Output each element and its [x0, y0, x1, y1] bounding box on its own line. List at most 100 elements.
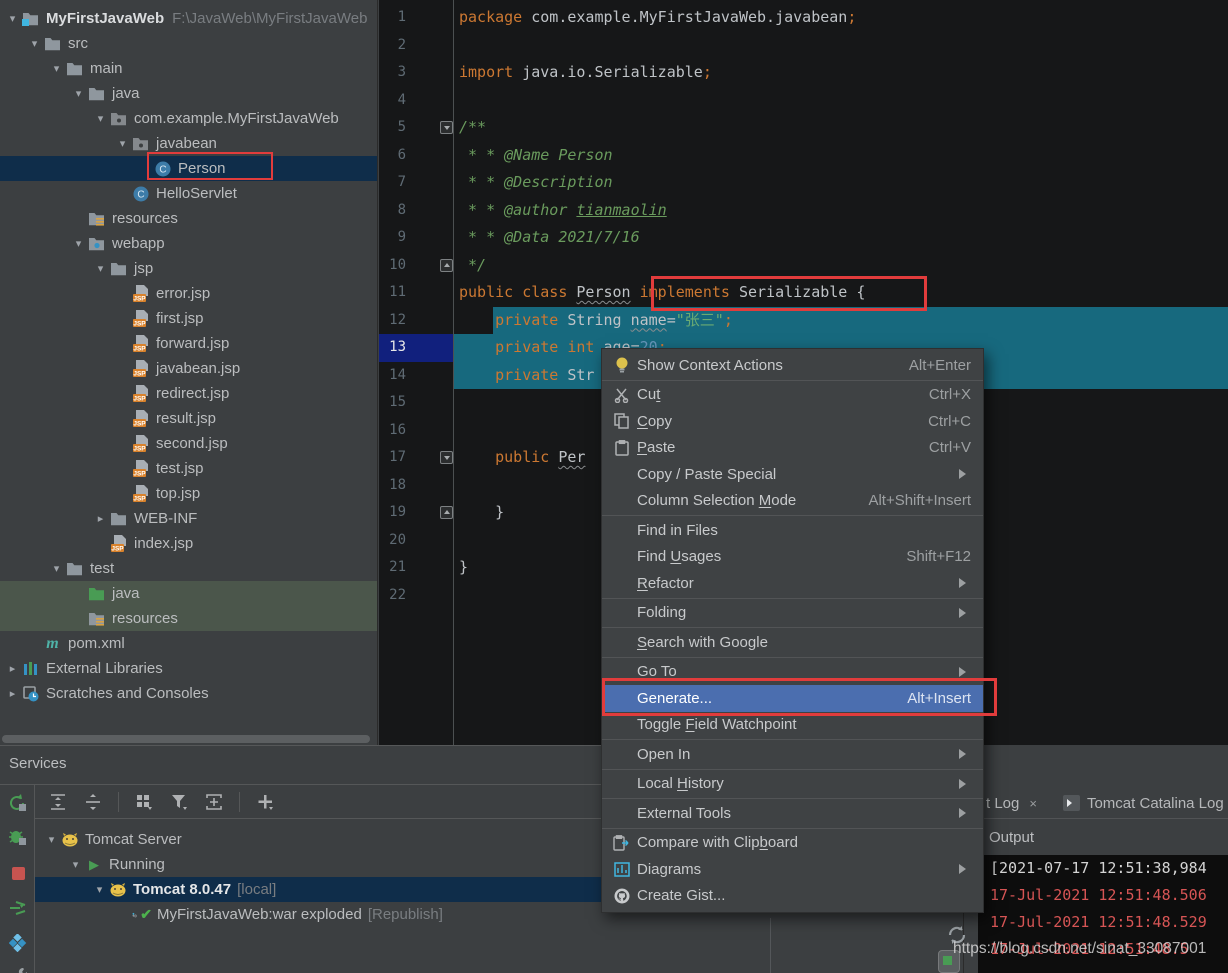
tree-item-index-jsp[interactable]: JSP index.jsp	[0, 531, 377, 556]
menu-item-search-with-google[interactable]: Search with Google	[602, 629, 983, 656]
menu-item-copy[interactable]: Copy Ctrl+C	[602, 408, 983, 435]
menu-item-open-in[interactable]: Open In	[602, 741, 983, 768]
menu-item-column-selection-mode[interactable]: Column Selection Mode Alt+Shift+Insert	[602, 488, 983, 515]
tree-item-web-inf[interactable]: ▸ WEB-INF	[0, 506, 377, 531]
menu-item-paste[interactable]: Paste Ctrl+V	[602, 435, 983, 462]
line-number[interactable]: 4	[379, 87, 406, 115]
line-number[interactable]: 20	[379, 527, 406, 555]
rerun-server-button[interactable]	[7, 792, 29, 814]
tree-item-main[interactable]: ▾ main	[0, 56, 377, 81]
line-number[interactable]: 13	[379, 334, 406, 362]
tree-item-pom-xml[interactable]: m pom.xml	[0, 631, 377, 656]
line-number[interactable]: 2	[379, 32, 406, 60]
menu-item-local-history[interactable]: Local History	[602, 771, 983, 798]
tree-item-test[interactable]: ▾ test	[0, 556, 377, 581]
tree-item-webapp[interactable]: ▾ webapp	[0, 231, 377, 256]
line-number[interactable]: 19	[379, 499, 406, 527]
line-number[interactable]: 16	[379, 417, 406, 445]
add-button[interactable]	[252, 790, 278, 814]
tree-item-resources[interactable]: resources	[0, 206, 377, 231]
line-number[interactable]: 21	[379, 554, 406, 582]
menu-item-find-in-files[interactable]: Find in Files	[602, 517, 983, 544]
menu-item-folding[interactable]: Folding	[602, 600, 983, 627]
menu-item-external-tools[interactable]: External Tools	[602, 800, 983, 827]
fold-marker-icon[interactable]	[440, 258, 453, 272]
tree-item-com-example-myfirstjavaweb[interactable]: ▾ com.example.MyFirstJavaWeb	[0, 106, 377, 131]
tree-item-error-jsp[interactable]: JSP error.jsp	[0, 281, 377, 306]
fold-marker-icon[interactable]	[440, 506, 453, 519]
chevron-down-icon[interactable]: ▾	[114, 137, 131, 150]
line-number[interactable]: 10	[379, 252, 406, 280]
stop-button[interactable]	[7, 862, 29, 884]
line-number[interactable]: 7	[379, 169, 406, 197]
tree-item-helloservlet[interactable]: C HelloServlet	[0, 181, 377, 206]
line-number[interactable]: 8	[379, 197, 406, 225]
line-number[interactable]: 5	[379, 114, 406, 142]
tree-item-first-jsp[interactable]: JSP first.jsp	[0, 306, 377, 331]
line-number[interactable]: 3	[379, 59, 406, 87]
menu-item-show-context-actions[interactable]: Show Context Actions Alt+Enter	[602, 352, 983, 379]
filter-button[interactable]	[166, 790, 192, 814]
chevron-down-icon[interactable]: ▾	[70, 87, 87, 100]
tree-item-second-jsp[interactable]: JSP second.jsp	[0, 431, 377, 456]
chevron-right-icon[interactable]: ▸	[4, 662, 21, 675]
line-number[interactable]: 18	[379, 472, 406, 500]
menu-item-cut[interactable]: Cut Ctrl+X	[602, 382, 983, 409]
line-number[interactable]: 22	[379, 582, 406, 610]
line-number[interactable]: 9	[379, 224, 406, 252]
line-number[interactable]: 12	[379, 307, 406, 335]
tree-item-resources[interactable]: resources	[0, 606, 377, 631]
tab-tomcat-catalina-log[interactable]: Tomcat Catalina Log	[1062, 795, 1224, 812]
chevron-down-icon[interactable]: ▾	[48, 562, 65, 575]
line-number[interactable]: 14	[379, 362, 406, 390]
tree-item-src[interactable]: ▾ src	[0, 31, 377, 56]
chevron-down-icon[interactable]: ▾	[26, 37, 43, 50]
chevron-down-icon[interactable]: ▾	[4, 12, 21, 25]
services-button[interactable]	[7, 932, 29, 954]
line-number[interactable]: 1	[379, 4, 406, 32]
line-number[interactable]: 15	[379, 389, 406, 417]
chevron-down-icon[interactable]: ▾	[91, 883, 108, 896]
horizontal-scrollbar[interactable]	[2, 735, 370, 743]
fold-marker-icon[interactable]	[440, 451, 453, 464]
tree-item-test-jsp[interactable]: JSP test.jsp	[0, 456, 377, 481]
group-by-button[interactable]	[131, 790, 157, 814]
line-number[interactable]: 6	[379, 142, 406, 170]
menu-item-compare-with-clipboard[interactable]: Compare with Clipboard	[602, 830, 983, 857]
tree-item-java[interactable]: ▾ java	[0, 81, 377, 106]
tree-item-javabean-jsp[interactable]: JSP javabean.jsp	[0, 356, 377, 381]
tree-item-java[interactable]: java	[0, 581, 377, 606]
tree-item-external-libraries[interactable]: ▸ External Libraries	[0, 656, 377, 681]
chevron-down-icon[interactable]: ▾	[92, 262, 109, 275]
tree-item-myfirstjavaweb[interactable]: ▾ MyFirstJavaWeb F:\JavaWeb\MyFirstJavaWeb	[0, 6, 377, 31]
tree-item-top-jsp[interactable]: JSP top.jsp	[0, 481, 377, 506]
collapse-all-button[interactable]	[80, 790, 106, 814]
tree-item-forward-jsp[interactable]: JSP forward.jsp	[0, 331, 377, 356]
add-frame-button[interactable]	[201, 790, 227, 814]
menu-item-copy-paste-special[interactable]: Copy / Paste Special	[602, 461, 983, 488]
fold-marker-icon[interactable]	[440, 121, 453, 134]
menu-item-diagrams[interactable]: Diagrams	[602, 856, 983, 883]
tab-tomcat-localhost-log[interactable]: t Log ×	[986, 795, 1037, 812]
menu-item-create-gist[interactable]: Create Gist...	[602, 883, 983, 910]
menu-item-refactor[interactable]: Refactor	[602, 570, 983, 597]
chevron-down-icon[interactable]: ▾	[70, 237, 87, 250]
chevron-down-icon[interactable]: ▾	[67, 858, 84, 871]
line-number[interactable]: 17	[379, 444, 406, 472]
line-number[interactable]: 11	[379, 279, 406, 307]
deploy-button[interactable]	[7, 897, 29, 919]
chevron-down-icon[interactable]: ▾	[43, 833, 60, 846]
chevron-right-icon[interactable]: ▸	[92, 512, 109, 525]
chevron-right-icon[interactable]: ▸	[4, 687, 21, 700]
tree-item-redirect-jsp[interactable]: JSP redirect.jsp	[0, 381, 377, 406]
expand-all-button[interactable]	[45, 790, 71, 814]
tree-item-scratches-and-consoles[interactable]: ▸ Scratches and Consoles	[0, 681, 377, 706]
menu-item-find-usages[interactable]: Find Usages Shift+F12	[602, 544, 983, 571]
tree-item-result-jsp[interactable]: JSP result.jsp	[0, 406, 377, 431]
chevron-down-icon[interactable]: ▾	[48, 62, 65, 75]
wrench-button[interactable]	[7, 964, 29, 973]
chevron-down-icon[interactable]: ▾	[92, 112, 109, 125]
tree-item-jsp[interactable]: ▾ jsp	[0, 256, 377, 281]
debug-server-button[interactable]	[7, 826, 29, 848]
close-icon[interactable]: ×	[1029, 796, 1037, 811]
